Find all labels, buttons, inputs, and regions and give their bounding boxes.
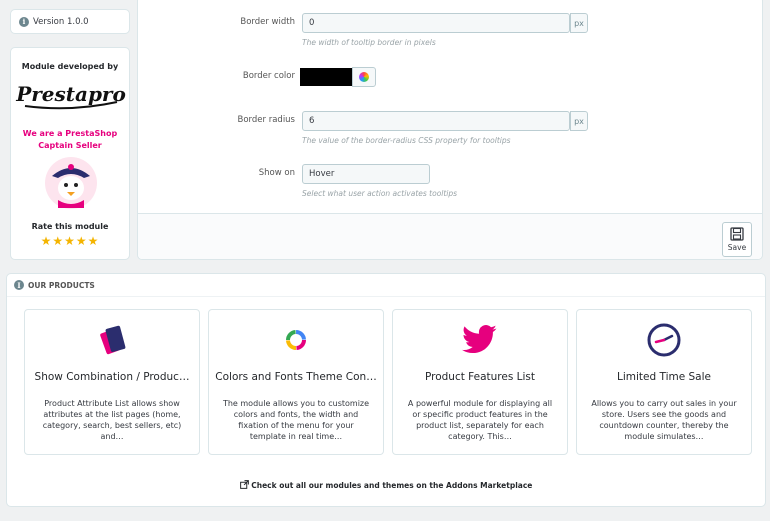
product-card[interactable]: Show Combination / Produc… Product Attri… (24, 309, 200, 455)
product-title[interactable]: Limited Time Sale (583, 371, 745, 383)
show-on-help: Select what user action activates toolti… (302, 189, 458, 198)
border-width-help: The width of tooltip border in pixels (302, 38, 436, 47)
save-label: Save (727, 243, 747, 252)
product-card[interactable]: Colors and Fonts Theme Con… The module a… (208, 309, 384, 455)
developer-title: Module developed by (21, 62, 119, 71)
border-radius-unit: px (570, 111, 588, 131)
tooltip-settings-form: Border width 0 px The width of tooltip b… (137, 0, 763, 260)
color-ring-icon (209, 322, 383, 358)
external-link-icon (239, 480, 249, 489)
color-picker-button[interactable] (352, 67, 376, 87)
rating-stars[interactable]: ★★★★★ (11, 234, 129, 248)
product-card[interactable]: Product Features List A powerful module … (392, 309, 568, 455)
marketplace-link-text[interactable]: Check out all our modules and themes on … (251, 481, 532, 490)
products-header: i OUR PRODUCTS (7, 274, 765, 297)
prestapro-logo[interactable]: Prestapro (11, 76, 131, 112)
product-title[interactable]: Colors and Fonts Theme Con… (215, 371, 377, 383)
border-radius-input[interactable]: 6 (302, 111, 570, 131)
show-on-label: Show on (258, 168, 295, 178)
border-color-swatch[interactable] (300, 68, 352, 86)
border-radius-help: The value of the border-radius CSS prope… (302, 136, 511, 145)
product-description: A powerful module for displaying all or … (407, 399, 553, 441)
developer-panel: Module developed by Prestapro We are a P… (10, 47, 130, 260)
border-width-input[interactable]: 0 (302, 13, 570, 33)
addons-marketplace-link[interactable]: Check out all our modules and themes on … (7, 480, 765, 490)
save-button[interactable]: Save (722, 222, 752, 257)
captain-line-2: Captain Seller (38, 141, 102, 150)
border-width-label: Border width (240, 17, 295, 27)
svg-text:Prestapro: Prestapro (15, 82, 126, 106)
product-description: Allows you to carry out sales in your st… (591, 399, 737, 441)
border-color-label: Border color (242, 71, 295, 81)
border-radius-label: Border radius (237, 115, 295, 125)
product-title[interactable]: Show Combination / Produc… (31, 371, 193, 383)
twitter-bird-icon (393, 322, 567, 358)
show-on-select[interactable]: Hover (302, 164, 430, 184)
captain-seller-text: We are a PrestaShop Captain Seller (11, 128, 129, 152)
our-products-panel: i OUR PRODUCTS Show Combination / Produc… (6, 273, 766, 507)
floppy-disk-icon (730, 227, 744, 241)
product-card[interactable]: Limited Time Sale Allows you to carry ou… (576, 309, 752, 455)
cards-icon (25, 322, 199, 358)
clock-icon (577, 322, 751, 358)
product-title[interactable]: Product Features List (399, 371, 561, 383)
version-label: Version 1.0.0 (33, 16, 89, 27)
form-footer: Save (138, 213, 762, 259)
products-heading: OUR PRODUCTS (28, 280, 95, 290)
rate-module-label: Rate this module (31, 222, 109, 231)
border-width-unit: px (570, 13, 588, 33)
captain-line-1: We are a PrestaShop (22, 129, 118, 138)
info-icon: i (14, 280, 24, 290)
captain-mascot-icon (45, 157, 97, 209)
product-description: The module allows you to customize color… (222, 399, 370, 441)
version-panel: i Version 1.0.0 (10, 9, 130, 34)
product-description: Product Attribute List allows show attri… (42, 399, 182, 441)
color-wheel-icon (359, 72, 369, 82)
info-icon: i (19, 16, 29, 27)
